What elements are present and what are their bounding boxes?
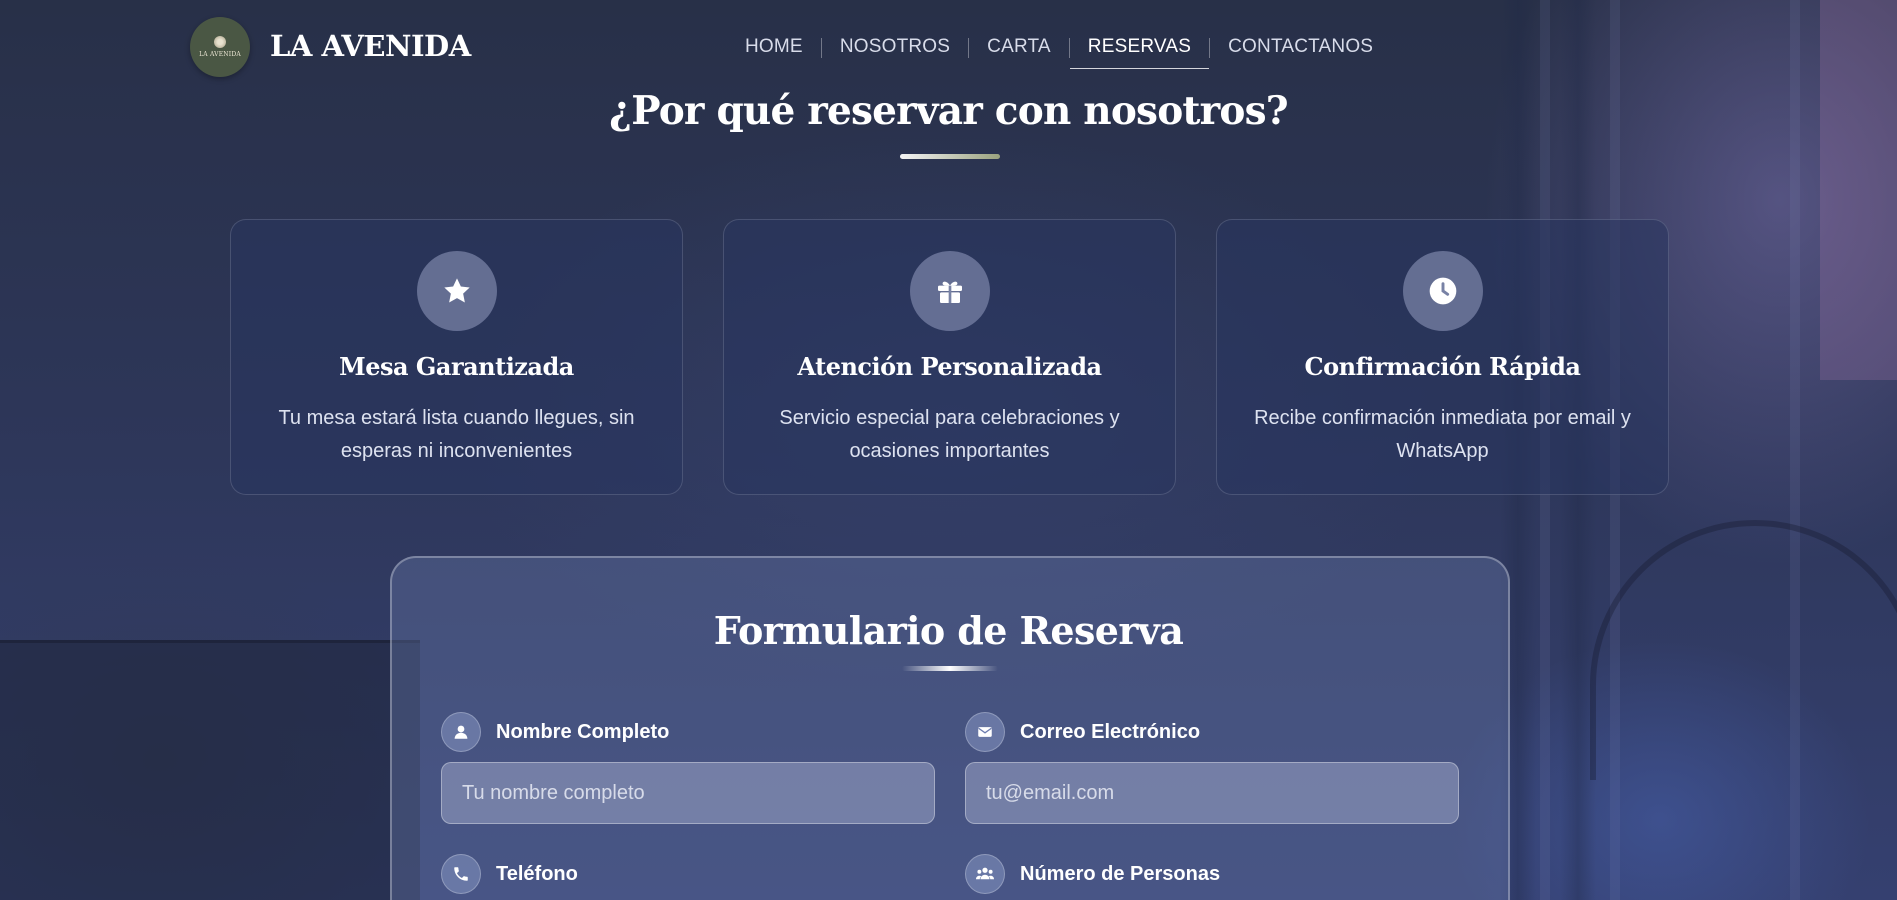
why-reserve-title: ¿Por qué reservar con nosotros? [609,88,1288,134]
main-nav: HOME NOSOTROS CARTA RESERVAS CONTACTANOS [727,30,1391,70]
nav-home[interactable]: HOME [727,30,821,70]
guests-label: Número de Personas [965,854,1220,894]
phone-label: Teléfono [441,854,578,894]
nav-contactanos[interactable]: CONTACTANOS [1210,30,1391,70]
phone-label-text: Teléfono [496,862,578,885]
feature-card-atencion: Atención Personalizada Servicio especial… [723,219,1176,495]
form-title-underline [902,666,998,671]
form-title: Formulario de Reserva [713,608,1184,653]
guests-label-text: Número de Personas [1020,862,1221,885]
title-underline [900,154,1000,159]
feature-description: Tu mesa estará lista cuando llegues, sin… [278,407,635,462]
nav-carta[interactable]: CARTA [969,30,1069,70]
name-label: Nombre Completo [441,712,669,752]
envelope-icon [965,712,1005,752]
nav-nosotros[interactable]: NOSOTROS [822,30,968,70]
name-label-text: Nombre Completo [496,720,670,743]
logo-text: LA AVENIDA [199,51,241,58]
email-label-text: Correo Electrónico [1020,720,1201,743]
feature-title: Atención Personalizada [797,352,1102,381]
feature-description: Recibe confirmación inmediata por email … [1254,407,1631,462]
name-input[interactable] [441,762,935,824]
user-icon [441,712,481,752]
logo[interactable]: LA AVENIDA [190,17,250,77]
feature-card-mesa: Mesa Garantizada Tu mesa estará lista cu… [230,219,683,495]
email-label: Correo Electrónico [965,712,1200,752]
feature-description: Servicio especial para celebraciones y o… [779,407,1120,462]
site-header: LA AVENIDA LA AVENIDA HOME NOSOTROS CART… [0,0,1897,80]
clock-icon [1403,251,1483,331]
email-input[interactable] [965,762,1459,824]
feature-title: Confirmación Rápida [1304,352,1581,381]
feature-card-confirmacion: Confirmación Rápida Recibe confirmación … [1216,219,1669,495]
nav-reservas[interactable]: RESERVAS [1069,30,1210,70]
gift-icon [910,251,990,331]
users-icon [965,854,1005,894]
logo-emblem-icon [214,36,226,48]
phone-icon [441,854,481,894]
star-icon [417,251,497,331]
feature-title: Mesa Garantizada [339,352,574,381]
brand-name[interactable]: LA AVENIDA [270,29,471,63]
